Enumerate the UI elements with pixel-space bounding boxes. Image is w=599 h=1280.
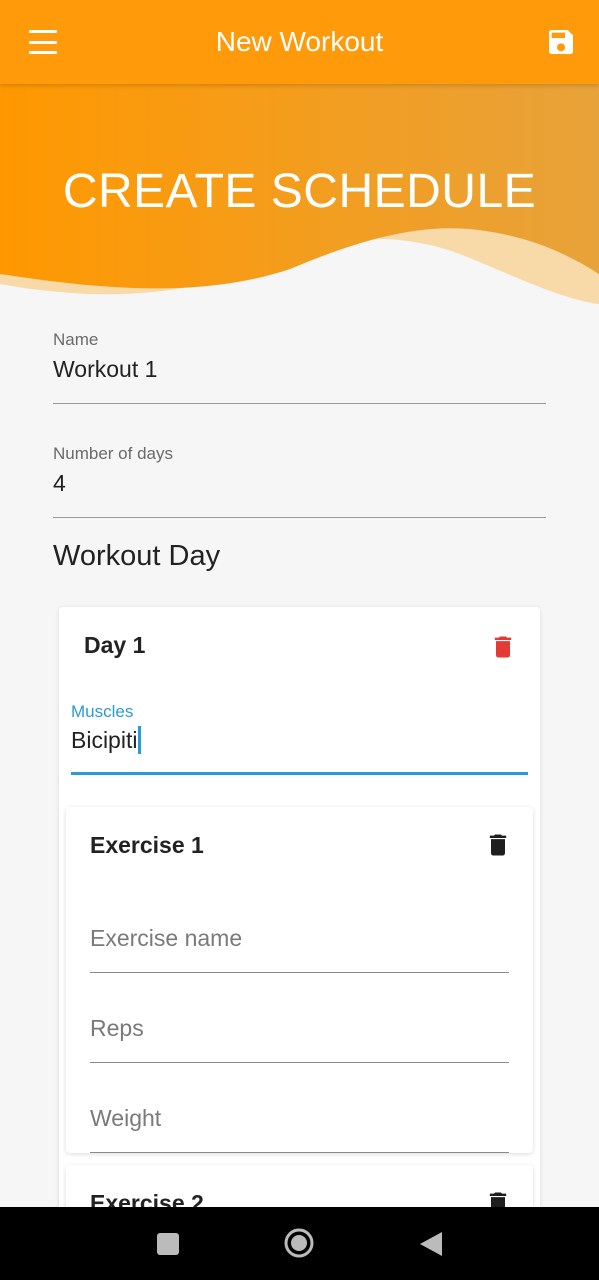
- day-card: Day 1 Muscles Bicipiti Exercise 1 Exerci…: [59, 607, 540, 1245]
- days-label: Number of days: [53, 444, 173, 463]
- save-icon[interactable]: [545, 26, 577, 58]
- days-value: 4: [53, 470, 66, 496]
- name-value: Workout 1: [53, 356, 158, 382]
- reps-input[interactable]: Reps: [90, 1015, 509, 1063]
- exercise-name-placeholder: Exercise name: [90, 925, 243, 951]
- recent-apps-icon[interactable]: [156, 1232, 180, 1261]
- exercise-card: Exercise 1 Exercise name Reps Weight: [66, 807, 533, 1153]
- trash-icon[interactable]: [484, 829, 512, 861]
- name-label: Name: [53, 330, 99, 349]
- trash-icon[interactable]: [489, 631, 517, 663]
- day-title: Day 1: [84, 632, 146, 658]
- home-icon[interactable]: [283, 1227, 315, 1264]
- weight-input[interactable]: Weight: [90, 1105, 509, 1153]
- days-field[interactable]: Number of days 4: [53, 444, 546, 518]
- hero-title: CREATE SCHEDULE: [62, 165, 537, 218]
- system-nav-bar: [0, 1207, 599, 1280]
- app-bar: New Workout: [0, 0, 599, 84]
- muscles-value: Bicipiti: [71, 726, 138, 753]
- weight-placeholder: Weight: [90, 1105, 162, 1131]
- name-field[interactable]: Name Workout 1: [53, 330, 546, 404]
- section-title: Workout Day: [53, 540, 221, 572]
- page-title: New Workout: [215, 26, 384, 57]
- exercise-title: Exercise 1: [90, 832, 204, 858]
- menu-icon[interactable]: [26, 26, 60, 58]
- hero-banner: CREATE SCHEDULE: [0, 84, 599, 314]
- text-cursor: [138, 726, 142, 754]
- muscles-label: Muscles: [71, 702, 134, 721]
- exercise-name-input[interactable]: Exercise name: [90, 925, 509, 973]
- back-icon[interactable]: [418, 1230, 444, 1263]
- reps-placeholder: Reps: [90, 1015, 144, 1041]
- muscles-input[interactable]: Muscles Bicipiti: [71, 702, 528, 775]
